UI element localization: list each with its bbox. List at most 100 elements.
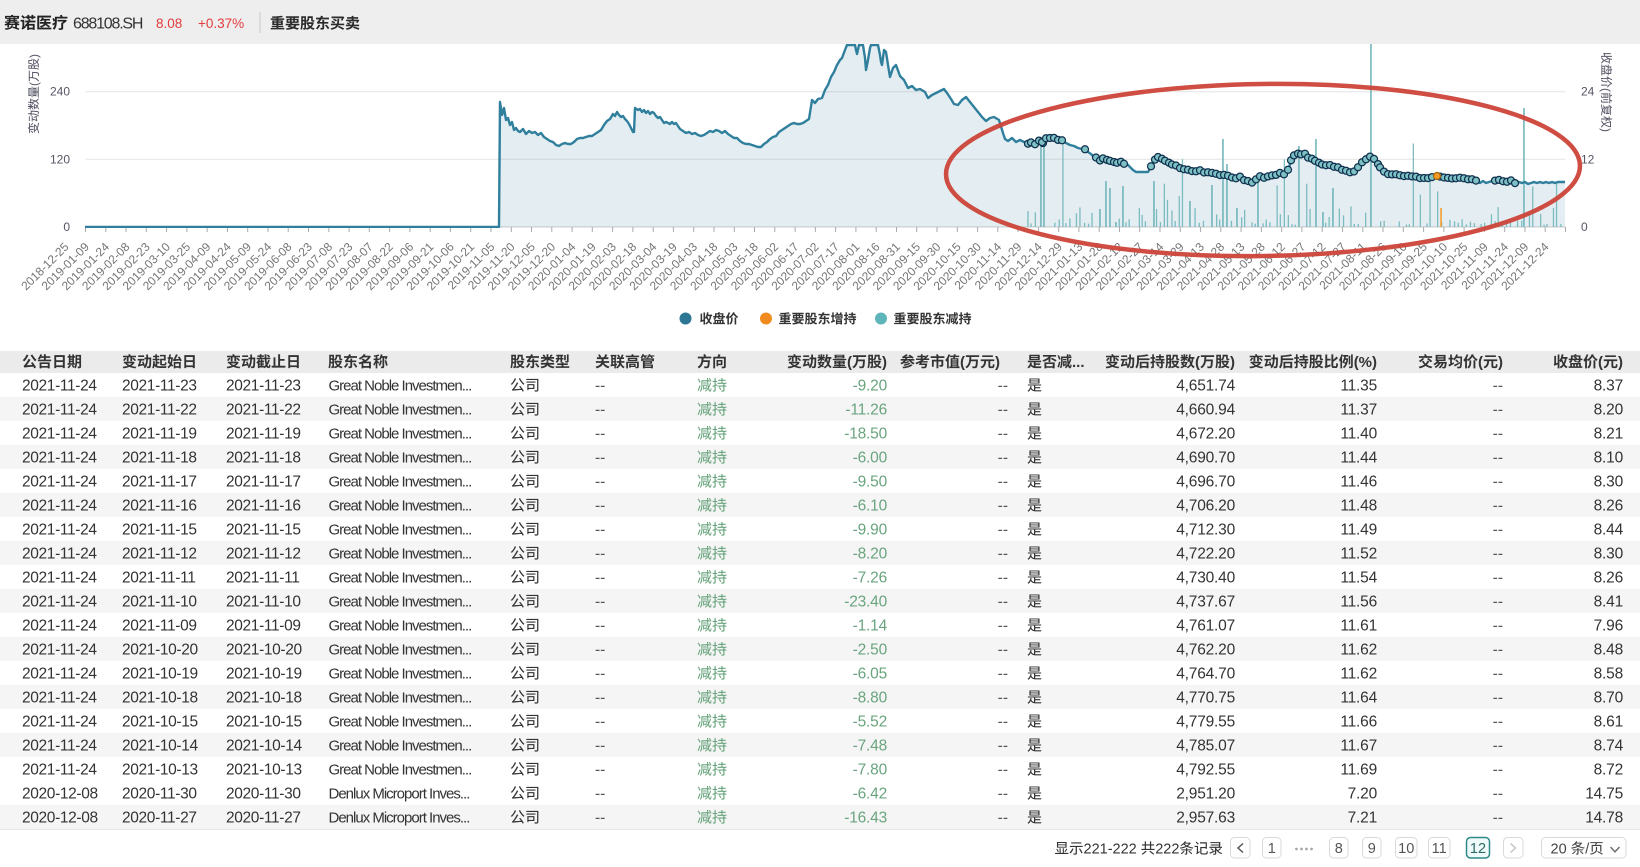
- svg-text:2021-11-16: 2021-11-16: [226, 498, 301, 515]
- svg-text:Great Noble Investmen...: Great Noble Investmen...: [329, 690, 472, 707]
- svg-text:2021-10-20: 2021-10-20: [122, 642, 199, 659]
- svg-text:2021-10-14: 2021-10-14: [226, 738, 303, 755]
- svg-text:4,762.20: 4,762.20: [1176, 642, 1235, 659]
- svg-text:4,651.74: 4,651.74: [1176, 378, 1235, 395]
- svg-text:--: --: [1493, 786, 1503, 803]
- svg-text:222: 222: [1155, 842, 1179, 858]
- svg-text:8.08: 8.08: [156, 16, 182, 31]
- svg-text:2021-11-24: 2021-11-24: [22, 570, 97, 587]
- svg-text:9: 9: [1368, 841, 1376, 857]
- svg-text:11.67: 11.67: [1340, 738, 1377, 755]
- svg-text:2021-11-10: 2021-11-10: [122, 594, 197, 611]
- svg-text:221-222: 221-222: [1084, 842, 1137, 858]
- svg-text:8.74: 8.74: [1594, 738, 1624, 755]
- svg-text:4,712.30: 4,712.30: [1176, 522, 1235, 539]
- svg-text:--: --: [595, 690, 605, 707]
- svg-text:2020-11-27: 2020-11-27: [122, 810, 197, 827]
- svg-text:11.52: 11.52: [1340, 546, 1377, 563]
- svg-text:Denlux Microport Inves...: Denlux Microport Inves...: [329, 786, 470, 803]
- svg-text:2020-12-08: 2020-12-08: [22, 810, 98, 827]
- svg-text:2021-11-24: 2021-11-24: [22, 450, 97, 467]
- svg-text:11.49: 11.49: [1340, 522, 1377, 539]
- svg-text:-5.52: -5.52: [853, 714, 887, 731]
- svg-text:8.20: 8.20: [1594, 402, 1624, 419]
- svg-text:(: (: [847, 354, 852, 371]
- svg-text:2021-10-19: 2021-10-19: [122, 666, 198, 683]
- svg-text:Great Noble Investmen...: Great Noble Investmen...: [329, 618, 472, 635]
- svg-text:2021-11-09: 2021-11-09: [122, 618, 197, 635]
- svg-text:--: --: [1493, 378, 1503, 395]
- svg-text:--: --: [998, 426, 1008, 443]
- svg-text:8.58: 8.58: [1594, 666, 1623, 683]
- svg-text:--: --: [595, 714, 605, 731]
- svg-text:--: --: [1493, 666, 1503, 683]
- svg-text:-18.50: -18.50: [844, 426, 887, 443]
- svg-text:2021-11-24: 2021-11-24: [22, 546, 97, 563]
- svg-text:--: --: [1493, 618, 1503, 635]
- svg-text:240: 240: [50, 85, 70, 99]
- svg-text:--: --: [595, 378, 605, 395]
- svg-text:11.62: 11.62: [1340, 666, 1377, 683]
- svg-text:Great Noble Investmen...: Great Noble Investmen...: [329, 738, 472, 755]
- svg-text:--: --: [998, 474, 1008, 491]
- svg-text:2020-11-30: 2020-11-30: [226, 786, 301, 803]
- svg-text:Great Noble Investmen...: Great Noble Investmen...: [329, 498, 472, 515]
- svg-text:): ): [1599, 128, 1613, 132]
- svg-text:(: (: [1478, 354, 1483, 371]
- svg-text:(: (: [1195, 354, 1200, 371]
- svg-text:8.44: 8.44: [1594, 522, 1624, 539]
- svg-text:8.26: 8.26: [1594, 498, 1623, 515]
- svg-text:(: (: [27, 82, 41, 86]
- svg-text:--: --: [595, 642, 605, 659]
- svg-text:12: 12: [1581, 152, 1595, 166]
- svg-text:-6.05: -6.05: [853, 666, 887, 683]
- svg-text:--: --: [595, 666, 605, 683]
- svg-text:--: --: [595, 498, 605, 515]
- svg-text:--: --: [1493, 522, 1503, 539]
- svg-text:2021-11-18: 2021-11-18: [122, 450, 197, 467]
- svg-text:8.10: 8.10: [1594, 450, 1624, 467]
- svg-text:-16.43: -16.43: [844, 810, 887, 827]
- svg-text:2021-10-18: 2021-10-18: [122, 690, 198, 707]
- svg-text:--: --: [595, 594, 605, 611]
- svg-text:--: --: [998, 738, 1008, 755]
- svg-text:4,779.55: 4,779.55: [1176, 714, 1235, 731]
- svg-text:-9.90: -9.90: [853, 522, 888, 539]
- svg-text:2021-10-13: 2021-10-13: [122, 762, 198, 779]
- svg-text:--: --: [1493, 642, 1503, 659]
- svg-text:4,696.70: 4,696.70: [1176, 474, 1235, 491]
- svg-text:-7.26: -7.26: [853, 570, 887, 587]
- svg-text:8.30: 8.30: [1594, 474, 1624, 491]
- svg-text:(: (: [960, 354, 965, 371]
- svg-text:--: --: [998, 522, 1008, 539]
- svg-text:2021-11-24: 2021-11-24: [22, 642, 97, 659]
- svg-text:2021-11-24: 2021-11-24: [22, 714, 97, 731]
- svg-text:2021-10-20: 2021-10-20: [226, 642, 303, 659]
- svg-text:--: --: [998, 618, 1008, 635]
- svg-text:Great Noble Investmen...: Great Noble Investmen...: [329, 474, 472, 491]
- svg-text:--: --: [998, 402, 1008, 419]
- svg-text:--: --: [595, 810, 605, 827]
- svg-text:--: --: [998, 762, 1008, 779]
- svg-text:8.70: 8.70: [1594, 690, 1624, 707]
- svg-text:11.66: 11.66: [1340, 714, 1377, 731]
- svg-text:2021-11-19: 2021-11-19: [122, 426, 197, 443]
- svg-text:Great Noble Investmen...: Great Noble Investmen...: [329, 522, 472, 539]
- svg-text:--: --: [595, 402, 605, 419]
- svg-text:2021-11-24: 2021-11-24: [22, 522, 97, 539]
- svg-text:--: --: [595, 570, 605, 587]
- svg-text:11.61: 11.61: [1340, 618, 1377, 635]
- svg-text:2021-11-18: 2021-11-18: [226, 450, 301, 467]
- svg-text:24: 24: [1581, 85, 1595, 99]
- svg-text:--: --: [998, 546, 1008, 563]
- svg-text:2020-11-30: 2020-11-30: [122, 786, 197, 803]
- svg-text:11.37: 11.37: [1340, 402, 1377, 419]
- svg-text:--: --: [1493, 762, 1503, 779]
- svg-text:8.72: 8.72: [1594, 762, 1623, 779]
- svg-text:-8.80: -8.80: [853, 690, 888, 707]
- svg-text:-1.14: -1.14: [853, 618, 888, 635]
- svg-text:2021-11-23: 2021-11-23: [226, 378, 301, 395]
- svg-text:4,792.55: 4,792.55: [1176, 762, 1235, 779]
- svg-text:--: --: [1493, 546, 1503, 563]
- svg-text:2,957.63: 2,957.63: [1176, 810, 1235, 827]
